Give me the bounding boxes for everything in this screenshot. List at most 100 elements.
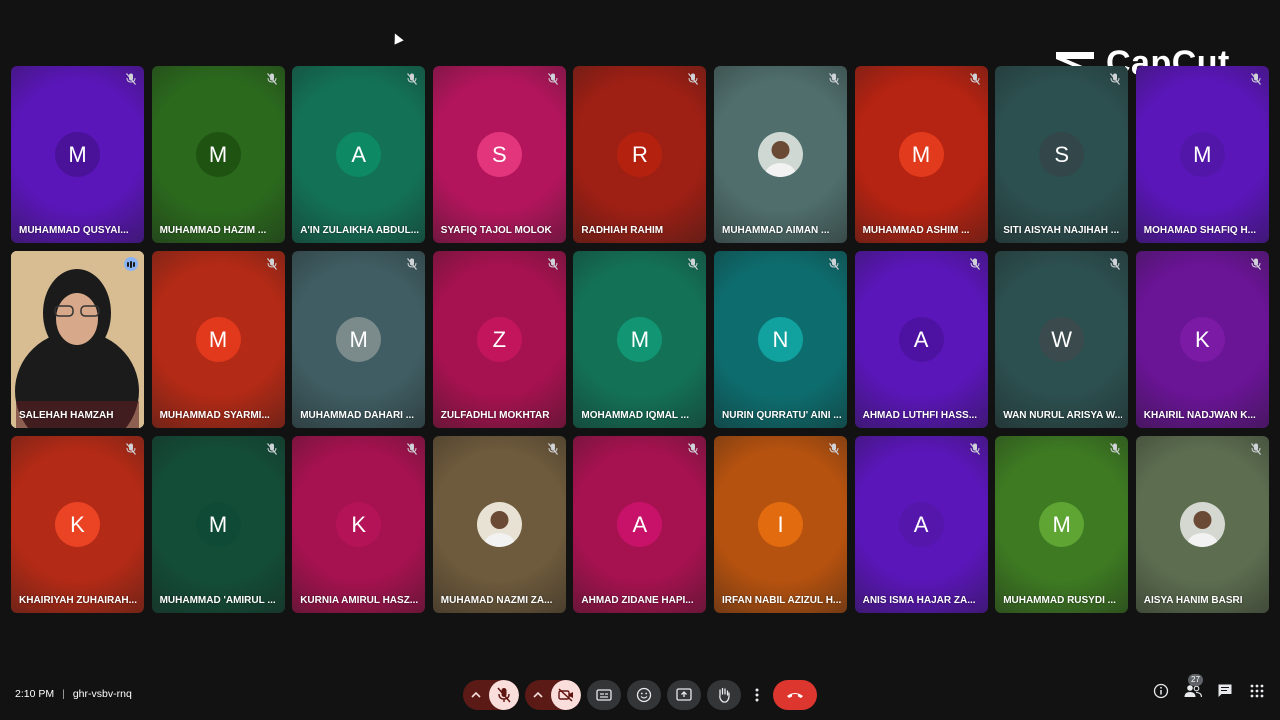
current-time: 2:10 PM xyxy=(15,688,55,700)
participant-tile[interactable]: M MUHAMMAD DAHARI ... xyxy=(292,251,426,428)
mic-muted-icon xyxy=(405,72,419,86)
raise-hand-button[interactable] xyxy=(707,680,741,710)
participant-avatar: M xyxy=(898,132,944,177)
participant-avatar: M xyxy=(195,502,241,547)
present-icon xyxy=(676,688,692,701)
participant-tile[interactable]: MUHAMAD NAZMI ZA... xyxy=(432,436,566,613)
participant-tile[interactable]: A AHMAD ZIDANE HAPI... xyxy=(573,436,707,613)
leave-call-button[interactable] xyxy=(773,680,817,710)
participant-tile[interactable]: M MOHAMMAD IQMAL ... xyxy=(573,251,707,428)
participant-count-badge: 27 xyxy=(1188,674,1203,686)
call-end-icon xyxy=(787,693,803,698)
reactions-button[interactable] xyxy=(627,680,661,710)
participant-tile[interactable]: M MUHAMMAD SYARMI... xyxy=(151,251,285,428)
participant-name: MUHAMMAD RUSYDI ... xyxy=(1003,595,1116,606)
speaking-indicator-icon xyxy=(124,257,138,271)
mic-muted-icon xyxy=(1108,442,1122,456)
participant-tile[interactable]: MUHAMMAD AIMAN ... xyxy=(714,66,847,243)
participant-name: KURNIA AMIRUL HASZ... xyxy=(300,595,419,606)
apps-grid-icon xyxy=(1250,684,1264,698)
participant-name: MUHAMMAD AIMAN ... xyxy=(722,225,830,236)
people-button[interactable]: 27 xyxy=(1184,674,1203,700)
camera-options-button[interactable] xyxy=(525,680,551,710)
participant-name: NURIN QURRATU' AINI ... xyxy=(722,410,841,421)
participant-name: MUHAMMAD HAZIM ... xyxy=(159,225,267,236)
participant-tile[interactable]: N NURIN QURRATU' AINI ... xyxy=(714,251,847,428)
mic-muted-icon xyxy=(265,442,279,456)
camera-toggle-button[interactable] xyxy=(551,680,581,710)
participant-avatar: A xyxy=(617,502,663,547)
participant-name: SYAFIQ TAJOL MOLOK xyxy=(440,225,552,236)
mic-muted-icon xyxy=(686,257,700,271)
chat-button[interactable] xyxy=(1216,682,1234,700)
participant-tile[interactable]: A ANIS ISMA HAJAR ZA... xyxy=(854,436,988,613)
participant-tile[interactable]: A AHMAD LUTHFI HASS... xyxy=(854,251,988,428)
mic-muted-icon xyxy=(124,442,138,456)
participant-avatar: A xyxy=(898,317,944,362)
bottom-bar: 2:10 PM | ghr-vsbv-rnq 27 xyxy=(0,674,1280,716)
participant-tile[interactable]: K KHAIRIYAH ZUHAIRAH... xyxy=(11,436,144,613)
participant-avatar: M xyxy=(336,317,382,362)
participant-tile[interactable]: M MUHAMMAD QUSYAI... xyxy=(11,66,144,243)
mic-muted-icon xyxy=(968,442,982,456)
participant-video xyxy=(11,251,144,428)
side-panel-controls: 27 xyxy=(1152,674,1266,700)
mic-muted-icon xyxy=(1249,442,1263,456)
meeting-code: ghr-vsbv-rnq xyxy=(72,688,132,700)
participant-tile[interactable]: M MUHAMMAD 'AMIRUL ... xyxy=(151,436,285,613)
captions-button[interactable] xyxy=(587,680,621,710)
participant-tile[interactable]: K KHAIRIL NADJWAN K... xyxy=(1135,251,1269,428)
participant-tile[interactable]: M MUHAMMAD ASHIM ... xyxy=(854,66,988,243)
participant-tile[interactable]: M MUHAMMAD RUSYDI ... xyxy=(995,436,1129,613)
participant-tile[interactable]: Z ZULFADHLI MOKHTAR xyxy=(432,251,566,428)
participant-name: SITI AISYAH NAJIHAH ... xyxy=(1003,225,1120,236)
participant-tile[interactable]: R RADHIAH RAHIM xyxy=(573,66,707,243)
participant-name: RADHIAH RAHIM xyxy=(581,225,664,236)
participant-tile[interactable]: AISYA HANIM BASRI xyxy=(1135,436,1269,613)
participant-tile[interactable]: M MUHAMMAD HAZIM ... xyxy=(151,66,285,243)
mic-toggle-button[interactable] xyxy=(489,680,519,710)
participant-tile[interactable]: SALEHAH HAMZAH xyxy=(11,251,144,428)
participant-avatar: S xyxy=(1039,132,1085,177)
mic-muted-icon xyxy=(968,72,982,86)
participant-tile[interactable]: M MOHAMAD SHAFIQ H... xyxy=(1135,66,1269,243)
participant-name: SALEHAH HAMZAH xyxy=(19,410,114,421)
participant-avatar: R xyxy=(617,132,663,177)
participant-name: ZULFADHLI MOKHTAR xyxy=(440,410,550,421)
participant-avatar: M xyxy=(55,132,100,177)
participant-avatar: N xyxy=(758,317,803,362)
people-icon xyxy=(1184,685,1202,698)
participant-name: A'IN ZULAIKHA ABDUL... xyxy=(300,225,420,236)
meeting-details-button[interactable] xyxy=(1152,682,1170,700)
hand-icon xyxy=(719,687,730,703)
captions-icon xyxy=(596,689,612,701)
participant-avatar xyxy=(758,132,803,177)
participant-tile[interactable]: K KURNIA AMIRUL HASZ... xyxy=(292,436,426,613)
participant-tile[interactable]: A A'IN ZULAIKHA ABDUL... xyxy=(292,66,426,243)
participant-avatar: M xyxy=(195,317,241,362)
participant-avatar: M xyxy=(1039,502,1085,547)
participant-tile[interactable]: W WAN NURUL ARISYA W... xyxy=(995,251,1129,428)
mic-muted-icon xyxy=(265,257,279,271)
participant-tile[interactable]: S SYAFIQ TAJOL MOLOK xyxy=(432,66,566,243)
participant-tile[interactable]: I IRFAN NABIL AZIZUL H... xyxy=(714,436,847,613)
more-options-button[interactable] xyxy=(747,680,767,710)
participant-name: IRFAN NABIL AZIZUL H... xyxy=(722,595,841,606)
participant-avatar: M xyxy=(1179,132,1225,177)
participant-name: AHMAD ZIDANE HAPI... xyxy=(581,595,694,606)
participant-name: MUHAMAD NAZMI ZA... xyxy=(440,595,553,606)
participant-name: MUHAMMAD QUSYAI... xyxy=(19,225,129,236)
participant-name: MUHAMMAD ASHIM ... xyxy=(862,225,970,236)
participant-name: KHAIRIYAH ZUHAIRAH... xyxy=(19,595,137,606)
participant-avatar xyxy=(1179,502,1225,547)
participant-name: MUHAMMAD DAHARI ... xyxy=(300,410,415,421)
mic-muted-icon xyxy=(686,442,700,456)
participant-avatar: K xyxy=(55,502,100,547)
activities-button[interactable] xyxy=(1248,682,1266,700)
participant-name: AHMAD LUTHFI HASS... xyxy=(862,410,978,421)
participant-avatar: Z xyxy=(476,317,522,362)
present-screen-button[interactable] xyxy=(667,680,701,710)
info-icon xyxy=(1153,683,1169,699)
participant-tile[interactable]: S SITI AISYAH NAJIHAH ... xyxy=(995,66,1129,243)
mic-options-button[interactable] xyxy=(463,680,489,710)
